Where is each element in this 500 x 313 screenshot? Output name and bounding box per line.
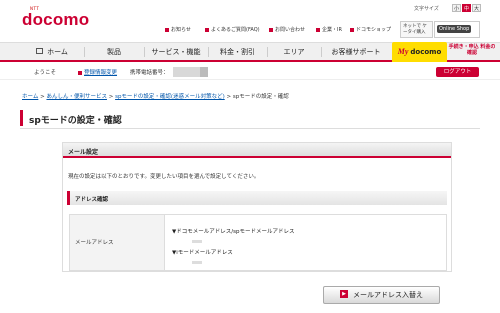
nav-home[interactable]: ホーム — [22, 43, 82, 61]
nav-divider — [321, 47, 322, 57]
bullet-icon — [165, 27, 169, 32]
util-link-contact[interactable]: お問い合わせ — [269, 26, 305, 33]
title-accent — [20, 110, 23, 126]
font-size-label: 文字サイズ — [414, 6, 439, 12]
imode-mail-address-value — [192, 261, 202, 264]
nav-support[interactable]: お客様サポート — [323, 43, 389, 61]
breadcrumb-spmode-settings[interactable]: spモードの設定・確認(迷惑メール対策など) — [115, 94, 225, 100]
imode-mail-address-label: ▼iモードメールアドレス — [172, 250, 233, 256]
page-title: spモードの設定・確認 — [29, 116, 122, 126]
breadcrumb-current: spモードの設定・確認 — [232, 94, 289, 100]
online-shop-banner[interactable]: Online Shop — [434, 21, 480, 38]
phone-number-masked-end — [200, 67, 208, 77]
breadcrumb-anshin[interactable]: あんしん・便利サービス — [46, 94, 107, 100]
util-link-ir[interactable]: 企業・IR — [316, 26, 342, 33]
nav-divider — [144, 47, 145, 57]
util-link-news[interactable]: お知らせ — [165, 26, 191, 33]
nav-my-docomo[interactable]: My docomo — [392, 42, 447, 62]
phone-number-label: 携帯電話番号： — [130, 70, 169, 76]
nav-divider — [84, 47, 85, 57]
bullet-icon — [78, 70, 82, 75]
util-link-shop[interactable]: ドコモショップ — [350, 26, 391, 33]
docomo-mail-address-label: ▼ドコモメールアドレス/spモードメールアドレス — [172, 229, 295, 235]
phone-number-masked — [173, 67, 201, 77]
member-info-link[interactable]: 登録情報変更 — [78, 68, 117, 76]
global-nav: ホーム 製品 サービス・機能 料金・割引 エリア お客様サポート My docom… — [0, 42, 500, 62]
mail-address-label-cell: メールアドレス — [70, 215, 165, 270]
home-icon — [36, 48, 44, 54]
nav-products[interactable]: 製品 — [86, 43, 142, 61]
nav-divider — [208, 47, 209, 57]
bullet-icon — [350, 27, 354, 32]
font-size-medium-button[interactable]: 中 — [462, 4, 471, 12]
online-shop-label: Online Shop — [437, 25, 472, 33]
logout-button[interactable]: ログアウト — [436, 67, 479, 77]
user-bar: ようこそ 登録情報変更 携帯電話番号： ログアウト — [0, 64, 500, 80]
breadcrumb-home[interactable]: ホーム — [22, 94, 38, 100]
mail-settings-description: 現在の設定は以下のとおりです。変更したい項目を選んで設定してください。 — [68, 174, 260, 180]
nav-pricing[interactable]: 料金・割引 — [210, 43, 265, 61]
address-table: メールアドレス ▼ドコモメールアドレス/spモードメールアドレス ▼iモードメー… — [69, 214, 447, 271]
mail-address-swap-button[interactable]: ▶ メールアドレス入替え — [323, 286, 440, 304]
docomo-logo[interactable]: docomo — [22, 10, 89, 30]
net-purchase-banner[interactable]: ネットで ケータイ購入 — [400, 21, 433, 38]
mail-settings-header: メール設定 — [63, 143, 451, 158]
nav-area[interactable]: エリア — [269, 43, 319, 61]
bullet-icon — [205, 27, 209, 32]
address-check-header: アドレス確認 — [67, 191, 447, 205]
nav-procedures[interactable]: 手続き・申込 料金の確認 — [448, 44, 496, 56]
arrow-right-icon: ▶ — [340, 290, 348, 298]
greeting-text: ようこそ — [34, 70, 57, 76]
breadcrumb: ホーム > あんしん・便利サービス > spモードの設定・確認(迷惑メール対策な… — [22, 94, 289, 100]
docomo-mail-address-value — [192, 240, 202, 243]
nav-services[interactable]: サービス・機能 — [146, 43, 206, 61]
bullet-icon — [316, 27, 320, 32]
font-size-large-button[interactable]: 大 — [472, 4, 481, 12]
util-link-faq[interactable]: よくあるご質問(FAQ) — [205, 26, 260, 33]
nav-divider — [267, 47, 268, 57]
bullet-icon — [269, 27, 273, 32]
mail-settings-panel: メール設定 現在の設定は以下のとおりです。変更したい項目を選んで設定してください… — [62, 142, 452, 272]
page-title-bar: spモードの設定・確認 — [20, 107, 480, 129]
font-size-small-button[interactable]: 小 — [452, 4, 461, 12]
